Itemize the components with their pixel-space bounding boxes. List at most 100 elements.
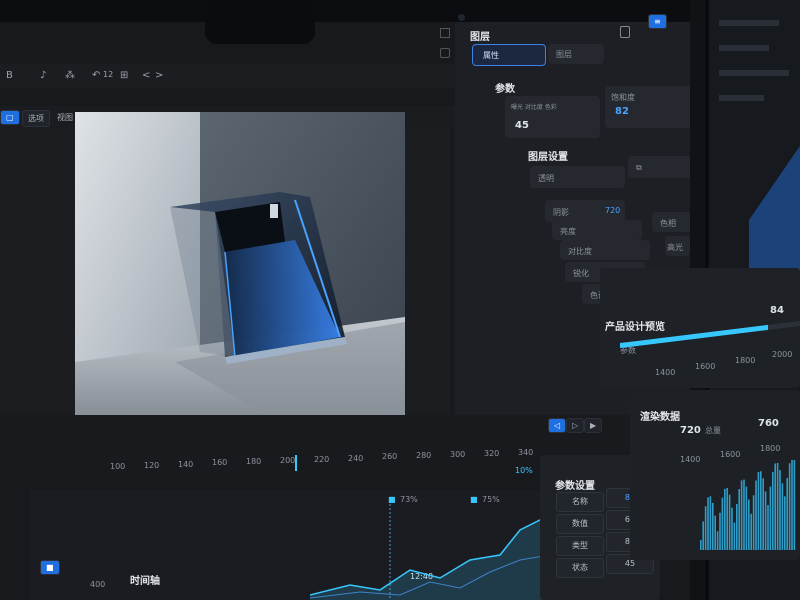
render-bar xyxy=(733,522,736,550)
lock-icon[interactable] xyxy=(440,48,450,58)
preview-tick-1: 1600 xyxy=(695,362,716,371)
param-card-b-value: 82 xyxy=(615,106,629,117)
render-bar xyxy=(791,460,793,550)
render-bar xyxy=(757,471,760,550)
panel-header: 图层 xyxy=(470,32,490,43)
render-bar xyxy=(752,495,755,550)
grid-cell-2[interactable]: 对比度 xyxy=(560,240,650,260)
grid-cell-0[interactable]: 亮度 xyxy=(552,220,642,240)
render-bar xyxy=(707,497,709,550)
render-bar xyxy=(738,489,740,550)
toolbar-undo-button[interactable]: ↶ xyxy=(92,70,100,81)
zoom-level: 12 xyxy=(103,70,114,79)
table-cell-name[interactable]: 类型 xyxy=(556,536,604,556)
screen-bezel xyxy=(0,0,690,22)
render-bar xyxy=(745,486,748,550)
panel-menu-icon[interactable]: ≡ xyxy=(648,14,667,29)
section-layer-title: 图层设置 xyxy=(528,152,568,163)
render-tick-1: 1600 xyxy=(720,450,741,459)
timeline-track[interactable] xyxy=(0,415,630,475)
render-value-a: 720 xyxy=(680,425,701,436)
camera-notch xyxy=(205,0,465,44)
file-icon[interactable] xyxy=(620,26,630,38)
render-bar xyxy=(776,462,779,550)
toolbar-audio-button[interactable]: ♪ xyxy=(40,70,46,81)
timeline-prev-button[interactable]: ◁ xyxy=(548,418,567,433)
render-bar xyxy=(762,478,764,550)
bottom-area-chart xyxy=(310,500,550,600)
render-bar xyxy=(781,483,784,550)
main-screen: B ♪ ⁂ ↶ 12 ⊞ < > ▢ 选项 视图 图层 ≡ 属性 图层 参数 曝… xyxy=(0,0,690,600)
panel-tab-layers[interactable]: 图层 xyxy=(548,44,604,64)
preview-tick-0: 1400 xyxy=(655,368,676,377)
collapse-icon[interactable] xyxy=(440,28,450,38)
render-sub-label: 总量 xyxy=(705,426,721,435)
render-bar xyxy=(712,502,714,550)
render-bar xyxy=(779,470,781,550)
render-bar xyxy=(714,515,716,550)
render-value-b: 760 xyxy=(758,418,779,429)
tab-options[interactable]: 选项 xyxy=(22,110,50,127)
layer-row-1b[interactable]: ⧉ xyxy=(628,156,690,178)
tab-active[interactable]: ▢ xyxy=(0,110,20,125)
toolbar-grid-button[interactable]: ⊞ xyxy=(120,70,128,81)
render-bar xyxy=(755,480,757,550)
toolbar-bold-button[interactable]: B xyxy=(6,70,13,81)
timeline-tick-label: 240 xyxy=(348,453,364,463)
preview-tick-3: 2000 xyxy=(772,350,793,359)
render-bar xyxy=(769,486,772,550)
render-bar xyxy=(772,471,774,550)
layer-row-2-value: 720 xyxy=(605,206,621,215)
preview-card-title: 产品设计预览 xyxy=(605,322,665,333)
grid-cell-1[interactable]: 色相 xyxy=(652,212,690,232)
render-tick-0: 1400 xyxy=(680,455,701,464)
timeline-play-button[interactable]: ▶ xyxy=(584,418,603,433)
render-bar xyxy=(764,491,767,550)
chart-ylabel-0: 400 xyxy=(90,580,106,589)
render-bar xyxy=(740,480,743,550)
render-bar xyxy=(704,506,707,550)
param-card-b[interactable]: 饱和度 82 xyxy=(605,86,690,128)
render-bar xyxy=(750,513,752,550)
render-bar xyxy=(743,479,745,550)
toolbar-prev-button[interactable]: < xyxy=(142,70,150,81)
toolbar-next-button[interactable]: > xyxy=(155,70,163,81)
table-title: 参数设置 xyxy=(555,481,595,492)
param-card-a-value: 45 xyxy=(515,120,529,131)
render-bar xyxy=(702,521,704,550)
param-card-a[interactable]: 曝光 对比度 色彩 45 xyxy=(505,96,600,138)
render-bar-chart xyxy=(700,460,796,550)
render-bar xyxy=(724,488,726,550)
toolbar-effects-button[interactable]: ⁂ xyxy=(65,70,75,81)
preview-tick-2: 1800 xyxy=(735,356,756,365)
render-data-title: 渲染数据 xyxy=(640,412,680,423)
render-bar xyxy=(788,463,791,550)
chart-toggle-button[interactable]: ■ xyxy=(40,560,60,575)
render-bar xyxy=(736,503,738,550)
render-bar xyxy=(786,477,788,550)
render-bar xyxy=(760,471,762,550)
timeline-tick-label: 280 xyxy=(416,451,432,461)
layer-row-2[interactable]: 阴影 720 xyxy=(545,200,625,222)
timeline-tick-label: 200 xyxy=(280,456,296,465)
timeline-tick-label: 180 xyxy=(246,457,262,467)
timeline-tick-label: 120 xyxy=(144,460,160,470)
playhead[interactable] xyxy=(295,455,297,471)
render-tick-2: 1800 xyxy=(760,444,781,453)
table-cell-name[interactable]: 数值 xyxy=(556,514,604,534)
timeline-tick-label: 100 xyxy=(110,462,126,471)
product-render-image[interactable] xyxy=(75,112,405,432)
layer-row-1[interactable]: 透明 xyxy=(530,166,625,188)
camera-icon xyxy=(458,14,465,21)
grid-cell-3[interactable]: 高光 xyxy=(665,236,690,256)
render-bar xyxy=(784,496,786,550)
timeline-tick-label: 260 xyxy=(382,452,398,462)
render-bar xyxy=(767,505,769,550)
table-cell-name[interactable]: 状态 xyxy=(556,558,604,578)
timeline-tick-label: 320 xyxy=(484,448,500,458)
table-cell-name[interactable]: 名称 xyxy=(556,492,604,512)
panel-tab-properties[interactable]: 属性 xyxy=(472,44,546,66)
render-bar xyxy=(721,497,724,550)
render-bar xyxy=(719,512,721,550)
timeline-next-button[interactable]: ▷ xyxy=(566,418,585,433)
